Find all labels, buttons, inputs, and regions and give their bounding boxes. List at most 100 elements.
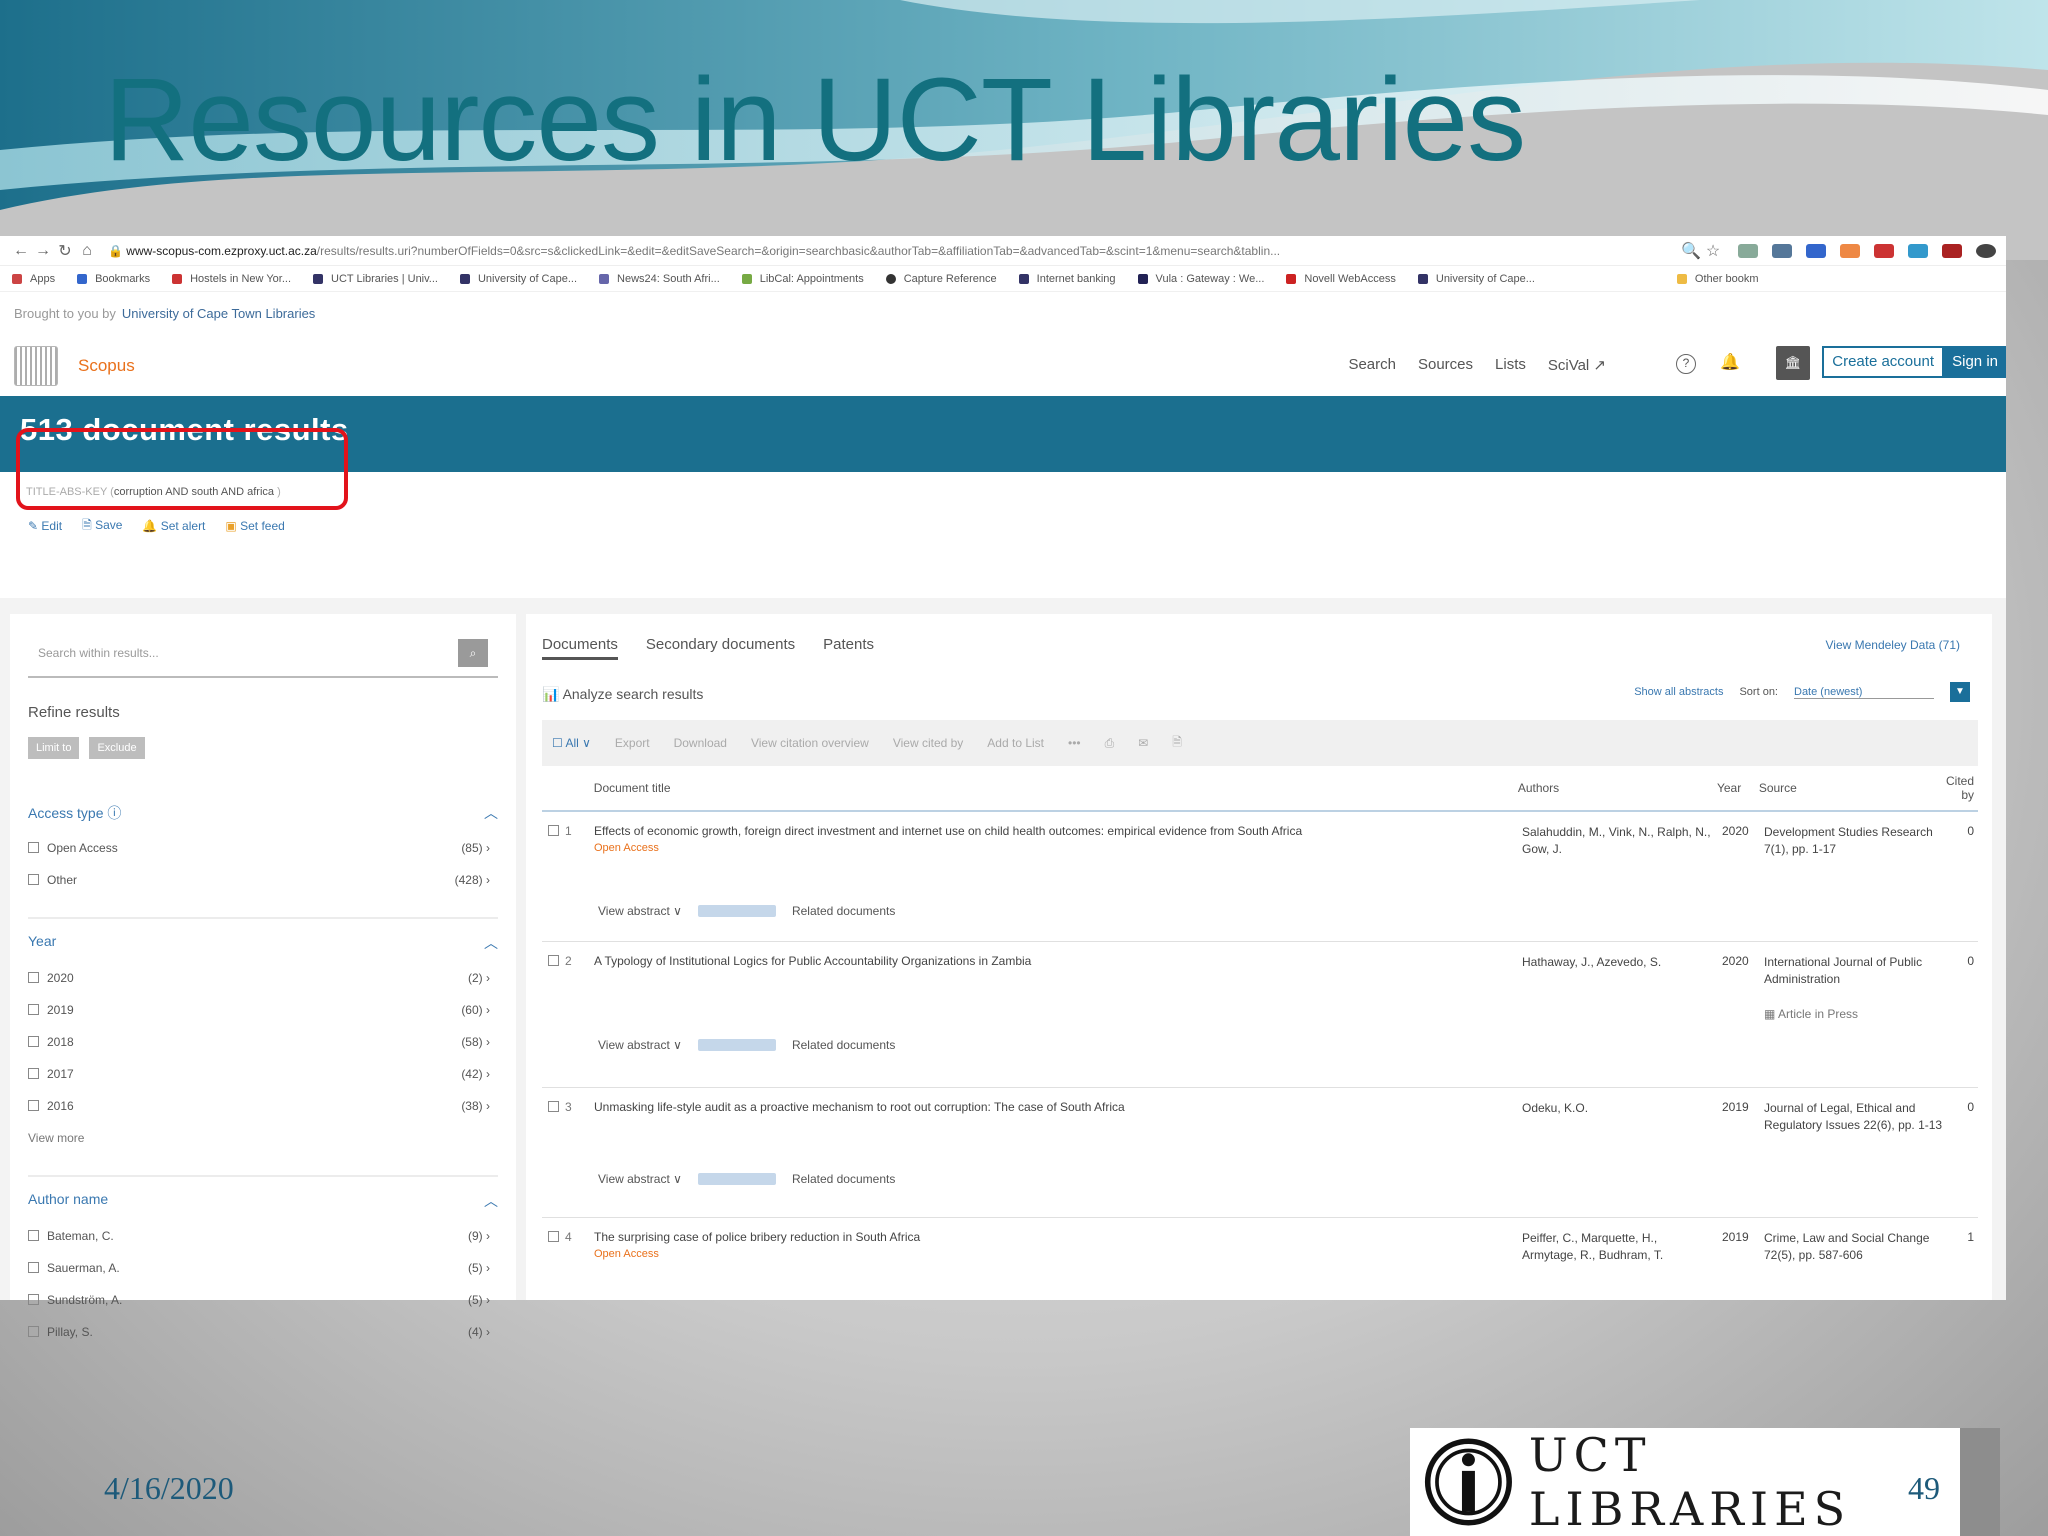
view-more-link[interactable]: View more (28, 1131, 498, 1145)
extension-icon[interactable] (1738, 243, 1758, 258)
elsevier-logo[interactable] (14, 346, 58, 386)
chevron-up-icon[interactable]: ︿ (484, 803, 498, 823)
print-icon[interactable]: ⎙ (1105, 736, 1115, 751)
search-icon[interactable]: ⌕ (458, 639, 488, 667)
bookmark-item[interactable]: Capture Reference (885, 273, 997, 285)
create-account-button[interactable]: Create account (1822, 346, 1944, 378)
bookmark-item[interactable]: LibCal: Appointments (741, 273, 864, 285)
column-cited-by[interactable]: Cited by (1946, 774, 1978, 802)
extension-icon[interactable] (1874, 243, 1894, 258)
facet-option[interactable]: Sauerman, A. (5) › (28, 1261, 498, 1275)
nav-lists[interactable]: Lists (1495, 356, 1526, 374)
cited-by-count[interactable]: 1 (1952, 1230, 1978, 1298)
column-year[interactable]: Year (1717, 781, 1757, 795)
institution-icon[interactable]: 🏛 (1776, 346, 1810, 380)
forward-icon[interactable]: → (32, 242, 54, 260)
set-feed-button[interactable]: ▣ Set feed (225, 519, 284, 533)
bookmark-item[interactable]: Bookmarks (77, 273, 150, 285)
bibliography-icon[interactable]: 🗎 (1172, 733, 1182, 754)
nav-search[interactable]: Search (1348, 356, 1396, 374)
full-text-button[interactable] (697, 905, 776, 917)
facet-option[interactable]: 2016 (38) › (28, 1099, 498, 1113)
sort-select[interactable]: Date (newest) (1794, 686, 1934, 699)
facet-option[interactable]: 2020 (2) › (28, 971, 498, 985)
view-abstract-link[interactable]: View abstract ∨ (598, 1038, 682, 1052)
cited-by-count[interactable]: 0 (1952, 824, 1978, 941)
extension-icon[interactable] (1840, 243, 1860, 258)
bookmark-item[interactable]: University of Cape... (459, 273, 577, 285)
bookmark-item[interactable]: News24: South Afri... (599, 273, 720, 285)
select-all-checkbox[interactable]: ☐ All ∨ (552, 736, 591, 750)
extension-icon[interactable] (1942, 243, 1962, 258)
cited-by-count[interactable]: 0 (1952, 954, 1978, 1087)
authors[interactable]: Salahuddin, M., Vink, N., Ralph, N., Gow… (1522, 824, 1722, 941)
bell-icon[interactable]: 🔔 (1720, 354, 1740, 374)
cited-by-count[interactable]: 0 (1952, 1100, 1978, 1217)
star-icon[interactable]: ☆ (1702, 241, 1724, 261)
bookmark-item[interactable]: Novell WebAccess (1286, 273, 1396, 285)
cited-by-button[interactable]: View cited by (893, 736, 963, 750)
facet-option[interactable]: Pillay, S. (4) › (28, 1325, 498, 1339)
citation-overview-button[interactable]: View citation overview (751, 736, 869, 750)
document-title-link[interactable]: The surprising case of police bribery re… (594, 1230, 920, 1244)
mendeley-link[interactable]: View Mendeley Data (71) (1825, 638, 1960, 652)
tab-patents[interactable]: Patents (823, 636, 874, 674)
authors[interactable]: Peiffer, C., Marquette, H., Armytage, R.… (1522, 1230, 1722, 1298)
bookmark-item[interactable]: Hostels in New Yor... (172, 273, 291, 285)
document-title-link[interactable]: Effects of economic growth, foreign dire… (594, 824, 1302, 838)
bookmark-item[interactable]: Apps (12, 273, 55, 285)
download-button[interactable]: Download (674, 736, 727, 750)
bookmark-item[interactable]: University of Cape... (1417, 273, 1535, 285)
row-checkbox[interactable]: 1 (542, 824, 594, 941)
zoom-icon[interactable]: 🔍 (1680, 241, 1702, 261)
facet-year[interactable]: Year ︿ (28, 917, 498, 953)
bookmark-item[interactable]: UCT Libraries | Univ... (313, 273, 438, 285)
address-bar[interactable]: 🔒 www-scopus-com.ezproxy.uct.ac.za/resul… (108, 244, 1680, 258)
chevron-up-icon[interactable]: ︿ (484, 1191, 498, 1211)
authors[interactable]: Odeku, K.O. (1522, 1100, 1722, 1217)
column-source[interactable]: Source (1757, 780, 1946, 797)
save-search-button[interactable]: 🗎 Save (82, 516, 122, 537)
full-text-button[interactable] (697, 1173, 776, 1185)
full-text-button[interactable] (697, 1039, 776, 1051)
extension-icon[interactable] (1908, 243, 1928, 258)
facet-option[interactable]: Other (428) › (28, 873, 498, 887)
tab-documents[interactable]: Documents (542, 636, 618, 660)
institution-link[interactable]: University of Cape Town Libraries (122, 306, 315, 321)
source[interactable]: Crime, Law and Social Change 72(5), pp. … (1762, 1230, 1952, 1298)
exclude-button[interactable]: Exclude (89, 737, 145, 759)
facet-option[interactable]: 2018 (58) › (28, 1035, 498, 1049)
bookmark-item[interactable]: Other bookm (1676, 273, 1759, 285)
nav-sources[interactable]: Sources (1418, 356, 1473, 374)
nav-scival[interactable]: SciVal ↗ (1548, 356, 1606, 374)
view-abstract-link[interactable]: View abstract ∨ (598, 1172, 682, 1186)
facet-option[interactable]: Sundström, A. (5) › (28, 1293, 498, 1307)
back-icon[interactable]: ← (10, 242, 32, 260)
help-icon[interactable]: ? (1676, 354, 1696, 374)
edit-search-button[interactable]: ✎ Edit (28, 519, 62, 533)
facet-option[interactable]: 2019 (60) › (28, 1003, 498, 1017)
facet-option[interactable]: 2017 (42) › (28, 1067, 498, 1081)
analyze-results-link[interactable]: 📊 Analyze search results (542, 686, 703, 703)
home-icon[interactable]: ⌂ (76, 242, 98, 260)
bookmark-item[interactable]: Internet banking (1018, 273, 1116, 285)
source[interactable]: Development Studies Research 7(1), pp. 1… (1762, 824, 1952, 941)
export-button[interactable]: Export (615, 736, 650, 750)
column-authors[interactable]: Authors (1518, 780, 1717, 797)
sort-dropdown-icon[interactable]: ▼ (1950, 682, 1970, 702)
scopus-brand[interactable]: Scopus (78, 356, 135, 376)
document-title-link[interactable]: Unmasking life-style audit as a proactiv… (594, 1100, 1125, 1114)
add-to-list-button[interactable]: Add to List (987, 736, 1044, 750)
reload-icon[interactable]: ↻ (54, 241, 76, 261)
more-options-button[interactable]: ••• (1068, 736, 1081, 750)
search-within-input[interactable]: Search within results... ⌕ (28, 630, 498, 678)
document-title-link[interactable]: A Typology of Institutional Logics for P… (594, 954, 1031, 968)
facet-option[interactable]: Bateman, C. (9) › (28, 1229, 498, 1243)
email-icon[interactable]: ✉ (1138, 736, 1148, 750)
row-checkbox[interactable]: 4 (542, 1230, 594, 1298)
profile-avatar[interactable] (1976, 243, 1996, 258)
related-documents-link[interactable]: Related documents (792, 904, 895, 918)
facet-access-type[interactable]: Access type ⓘ ︿ (28, 789, 498, 823)
chevron-up-icon[interactable]: ︿ (484, 933, 498, 953)
extension-icon[interactable] (1772, 243, 1792, 258)
